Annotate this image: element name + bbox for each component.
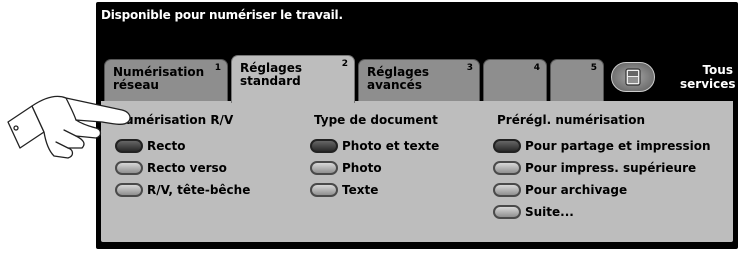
option-label: R/V, tête-bêche [147,183,251,197]
option-label: Suite... [525,205,574,219]
option-label: Recto verso [147,161,227,175]
tab-number: 3 [466,63,473,73]
radio-pill [310,183,338,197]
pointing-hand-icon [7,95,131,159]
tab-5[interactable]: 5 [550,59,604,101]
all-services-button[interactable] [611,62,655,92]
option-rv-tete-beche[interactable]: R/V, tête-bêche [115,183,250,197]
settings-panel: Numérisation R/V Recto Recto verso R/V, … [101,101,733,242]
heading-preregl-numerisation: Prérégl. numérisation [497,113,645,127]
radio-pill [493,183,521,197]
option-label: Pour partage et impression [525,139,711,153]
option-photo[interactable]: Photo [310,161,382,175]
option-label: Texte [342,183,379,197]
all-services-label[interactable]: Tous services [680,63,736,91]
option-texte[interactable]: Texte [310,183,378,197]
copier-icon [625,68,641,86]
radio-pill [493,205,521,219]
option-photo-et-texte[interactable]: Photo et texte [310,139,439,153]
option-impress-superieure[interactable]: Pour impress. supérieure [493,161,696,175]
all-services-line1: Tous [702,63,733,77]
tab-number: 2 [341,59,348,69]
tab-reglages-standard[interactable]: Réglages standard 2 [231,55,355,103]
tab-reglages-avances[interactable]: Réglages avancés 3 [358,59,480,101]
option-label: Photo et texte [342,139,440,153]
option-archivage[interactable]: Pour archivage [493,183,627,197]
option-label: Recto [147,139,186,153]
option-partage-impression[interactable]: Pour partage et impression [493,139,711,153]
radio-pill-selected [493,139,521,153]
radio-pill-selected [310,139,338,153]
status-message: Disponible pour numériser le travail. [101,8,343,22]
tab-label-line2: avancés [367,78,422,92]
radio-pill [115,183,143,197]
option-label: Photo [342,161,382,175]
option-label: Pour impress. supérieure [525,161,697,175]
radio-pill [310,161,338,175]
option-suite[interactable]: Suite... [493,205,574,219]
tab-label-line2: standard [240,74,301,88]
tab-number: 5 [590,63,597,73]
all-services-line2: services [680,77,736,91]
tab-number: 1 [214,63,221,73]
heading-type-document: Type de document [314,113,438,127]
tab-number: 4 [533,63,540,73]
tab-4[interactable]: 4 [483,59,547,101]
option-label: Pour archivage [525,183,628,197]
radio-pill [493,161,521,175]
